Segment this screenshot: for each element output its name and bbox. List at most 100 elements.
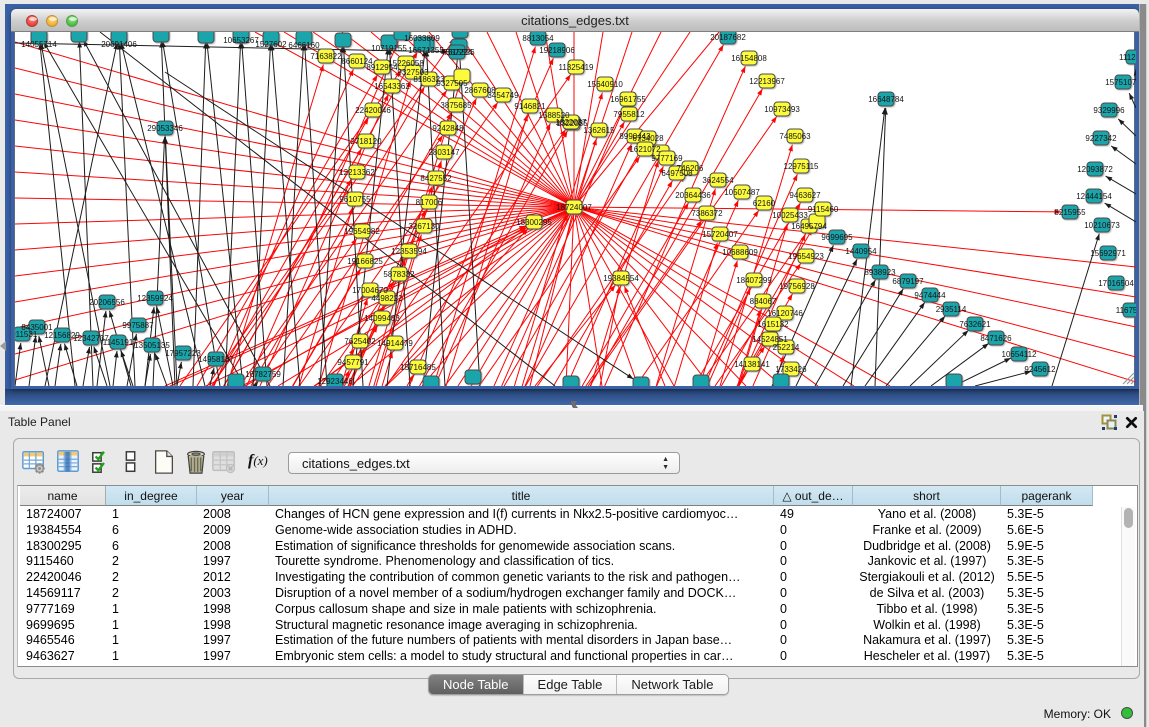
window-titlebar[interactable]: citations_edges.txt [11, 9, 1139, 32]
graph-edge [815, 280, 876, 386]
graph-node[interactable] [228, 374, 244, 386]
graph-node[interactable] [693, 375, 709, 386]
table-row[interactable]: 946554611997Estimation of the future num… [18, 633, 1118, 649]
graph-node-label: 14055714 [21, 40, 57, 49]
row-selection-icon[interactable] [90, 449, 116, 475]
graph-node-label: 9115460 [808, 205, 839, 214]
graph-node-label: 12213967 [749, 77, 785, 86]
cell-year: 2012 [203, 570, 275, 586]
cell-in_degree: 1 [112, 618, 203, 634]
edge-arrowhead [372, 75, 377, 82]
cell-pagerank: 5.3E-5 [1007, 507, 1099, 523]
edge-arrowhead [711, 189, 716, 196]
graph-edge [320, 46, 342, 386]
edge-arrowhead [870, 280, 875, 287]
network-canvas[interactable]: 1405571420691406106532671527602646616010… [14, 32, 1135, 386]
cell-name: 14569117 [26, 586, 112, 602]
edge-arrowhead [787, 294, 792, 301]
table-row[interactable]: 1938455462009Genome-wide association stu… [18, 523, 1118, 539]
cell-short: Stergiakouli et al. (2012) [853, 570, 1001, 586]
graph-node[interactable] [563, 376, 579, 386]
citation-graph: 1405571420691406106532671527602646616010… [15, 32, 1136, 386]
graph-node-label: 1621072 [629, 145, 661, 154]
graph-node[interactable] [773, 374, 789, 386]
graph-node-label: 2718120 [350, 137, 382, 146]
table-scrollbar[interactable] [1121, 507, 1135, 666]
edge-arrowhead [619, 122, 624, 129]
tab-node-table[interactable]: Node Table [429, 675, 523, 694]
graph-node-label: 12093872 [1077, 165, 1113, 174]
graph-node-label: 746206 [677, 164, 704, 173]
edge-arrowhead [1129, 93, 1134, 100]
graph-node[interactable] [71, 32, 87, 42]
close-panel-icon[interactable] [1125, 416, 1138, 429]
cell-out_degree: 0 [780, 523, 859, 539]
table-select-dropdown[interactable]: citations_edges.txt ▲▼ [288, 452, 680, 474]
graph-node-label: 1145191 [103, 338, 134, 347]
column-header-name[interactable]: name [20, 486, 106, 506]
edge-arrowhead [86, 347, 91, 354]
column-header-short[interactable]: short [853, 486, 1001, 506]
table-row[interactable]: 977716911998Corpus callosum shape and si… [18, 602, 1118, 618]
graph-node[interactable] [153, 32, 169, 42]
graph-node-label: 16961755 [610, 95, 646, 104]
graph-node-label: 9146821 [514, 102, 546, 111]
left-panel-grab-icon[interactable] [0, 341, 6, 351]
cell-pagerank: 5.9E-5 [1007, 539, 1099, 555]
row-height-icon[interactable] [118, 449, 144, 475]
graph-node-label: 16154808 [731, 54, 767, 63]
trash-icon[interactable] [183, 449, 209, 475]
column-header-in_degree[interactable]: in_degree [106, 486, 197, 506]
graph-node-label: 15226058 [388, 59, 424, 68]
cell-short: de Silva et al. (2003) [853, 586, 1001, 602]
edge-arrowhead [793, 174, 798, 181]
table-row[interactable]: 946362711997Embryonic stem cells: a mode… [18, 649, 1118, 665]
new-document-icon[interactable] [151, 449, 177, 475]
table-row[interactable]: 1872400712008Changes of HCN gene express… [18, 507, 1118, 523]
graph-node-label: 19384554 [603, 274, 639, 283]
column-header-year[interactable]: year [197, 486, 269, 506]
edge-arrowhead [757, 89, 762, 96]
graph-node-label: 15692971 [1090, 249, 1126, 258]
column-header-out_degree[interactable]: △ out_de… [774, 486, 853, 506]
graph-node-label: 12353594 [391, 247, 427, 256]
edge-arrowhead [1134, 69, 1136, 76]
delete-table-icon-disabled[interactable] [211, 449, 237, 475]
graph-node-label: 19166825 [347, 257, 383, 266]
graph-node-label: 18300295 [516, 218, 552, 227]
table-row[interactable]: 2242004622012Investigating the contribut… [18, 570, 1118, 586]
node-label-layer: 1405571420691406106532671527602646616010… [15, 33, 1136, 386]
graph-node[interactable] [423, 376, 439, 386]
table-row[interactable]: 969969511998Structural magnetic resonanc… [18, 618, 1118, 634]
graph-node[interactable] [465, 370, 481, 384]
edge-arrowhead [58, 344, 63, 351]
divider-handle-icon[interactable] [569, 400, 581, 410]
graph-edge [65, 344, 78, 386]
column-visibility-icon[interactable] [55, 449, 81, 475]
table-scrollbar-thumb[interactable] [1124, 508, 1133, 528]
cell-short: Dudbridge et al. (2008) [853, 539, 1001, 555]
graph-node[interactable] [335, 33, 351, 47]
node-table[interactable]: namein_degreeyeartitle△ out_de…shortpage… [17, 485, 1138, 667]
float-panel-icon[interactable] [1101, 414, 1118, 431]
function-builder-icon[interactable]: f(x) [248, 452, 282, 478]
table-row[interactable]: 1456911722003Disruption of a novel membe… [18, 586, 1118, 602]
table-row[interactable]: 911546021997Tourette syndrome. Phenomeno… [18, 554, 1118, 570]
graph-node[interactable] [946, 374, 962, 386]
graph-node[interactable] [633, 377, 649, 386]
tab-edge-table[interactable]: Edge Table [523, 675, 617, 694]
graph-node-label: 9975887 [122, 321, 154, 330]
graph-node[interactable] [452, 32, 468, 38]
graph-node[interactable] [198, 32, 214, 43]
graph-node-label: 62160 [753, 199, 776, 208]
column-header-title[interactable]: title [269, 486, 774, 506]
cell-year: 1998 [203, 618, 275, 634]
graph-edge [225, 42, 241, 386]
table-options-icon[interactable] [21, 449, 47, 475]
graph-node-label: 7485063 [779, 132, 811, 141]
edge-arrowhead [94, 347, 99, 354]
graph-node-label: 22420046 [355, 106, 391, 115]
table-row[interactable]: 1830029562008Estimation of significance … [18, 539, 1118, 555]
column-header-pagerank[interactable]: pagerank [1001, 486, 1093, 506]
tab-network-table[interactable]: Network Table [616, 675, 727, 694]
